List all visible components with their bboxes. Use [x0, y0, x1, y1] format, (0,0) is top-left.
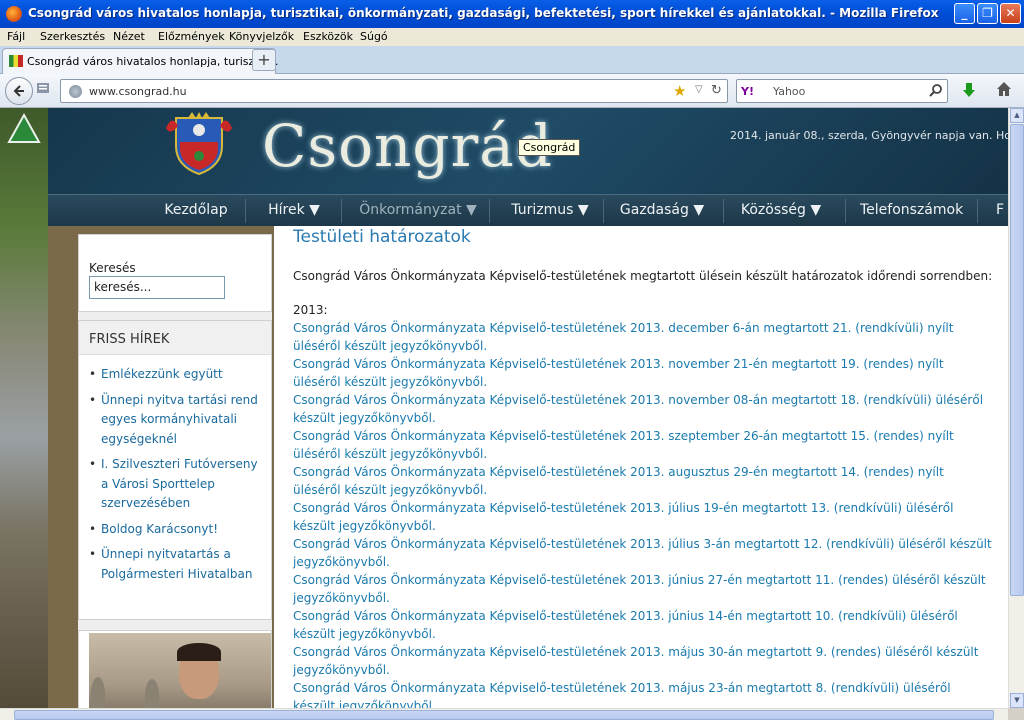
- page-title: Testületi határozatok: [293, 227, 471, 247]
- csongrad-favicon: [9, 55, 23, 67]
- maximize-button[interactable]: ❐: [977, 3, 998, 24]
- tab-csongrad[interactable]: Csongrád város hivatalos honlapja, turis…: [2, 48, 279, 74]
- magnifier-icon[interactable]: [929, 83, 943, 101]
- site-search-input[interactable]: keresés...: [89, 276, 225, 299]
- scroll-down-button[interactable]: ▼: [1010, 693, 1024, 708]
- resolution-link[interactable]: Csongrád Város Önkormányzata Képviselő-t…: [293, 427, 993, 463]
- nav-hirek[interactable]: Hírek ▼: [262, 195, 326, 227]
- url-text: www.csongrad.hu: [89, 85, 187, 98]
- news-list: Emlékezzünk együtt Ünnepi nyitva tartási…: [89, 365, 265, 590]
- site-nav-menu: Kezdőlap Hírek ▼ Önkormányzat ▼ Turizmus…: [48, 194, 1008, 226]
- vertical-scroll-thumb[interactable]: [1010, 124, 1024, 596]
- url-dropdown-icon[interactable]: ▽: [695, 84, 703, 95]
- up-arrow-icon[interactable]: [6, 112, 42, 148]
- search-bar[interactable]: Y! Yahoo: [736, 79, 948, 103]
- firefox-window: Csongrád város hivatalos honlapja, turis…: [0, 0, 1024, 720]
- resolution-link[interactable]: Csongrád Város Önkormányzata Képviselő-t…: [293, 643, 993, 679]
- horizontal-scroll-thumb[interactable]: [14, 710, 994, 720]
- left-sidebar: Keresés keresés... FRISS HÍREK Emlékezzü…: [78, 234, 272, 708]
- horizontal-scrollbar[interactable]: [0, 708, 1008, 720]
- back-button[interactable]: [5, 77, 33, 105]
- menu-history[interactable]: Előzmények: [158, 30, 225, 43]
- tab-bar: Csongrád város hivatalos honlapja, turis…: [0, 46, 1024, 74]
- date-line: 2014. január 08., szerda, Gyöngyvér napj…: [730, 129, 1008, 142]
- resolution-link[interactable]: Csongrád Város Önkormányzata Képviselő-t…: [293, 391, 993, 427]
- resolution-link[interactable]: Csongrád Város Önkormányzata Képviselő-t…: [293, 463, 993, 499]
- news-title: FRISS HÍREK: [79, 321, 271, 355]
- search-label: Keresés: [89, 261, 136, 275]
- nav-turizmus[interactable]: Turizmus ▼: [502, 195, 598, 227]
- resolution-link[interactable]: Csongrád Város Önkormányzata Képviselő-t…: [293, 535, 993, 571]
- nav-toolbar: www.csongrad.hu ★ ▽ ↻ Y! Yahoo: [0, 74, 1024, 108]
- nav-onkormanyzat[interactable]: Önkormányzat ▼: [354, 195, 482, 227]
- intro-text: Csongrád Város Önkormányzata Képviselő-t…: [293, 269, 993, 283]
- site-header: Csongrád Csongrád 2014. január 08., szer…: [48, 108, 1008, 194]
- home-icon[interactable]: [996, 81, 1012, 101]
- news-item[interactable]: Ünnepi nyitva tartási rend egyes kormány…: [89, 391, 265, 450]
- nav-kozosseg[interactable]: Közösség ▼: [736, 195, 826, 227]
- news-item[interactable]: Boldog Karácsonyt!: [89, 520, 265, 540]
- star-icon[interactable]: ★: [673, 82, 686, 100]
- news-item[interactable]: I. Szilveszteri Futóverseny a Városi Spo…: [89, 455, 265, 514]
- new-tab-button[interactable]: +: [252, 49, 276, 71]
- tab-label: Csongrád város hivatalos honlapja, turis…: [27, 55, 279, 68]
- news-photo[interactable]: [89, 633, 271, 708]
- nav-kezdolap[interactable]: Kezdőlap: [164, 195, 228, 227]
- url-bar[interactable]: www.csongrad.hu ★ ▽ ↻: [60, 79, 728, 103]
- vertical-scrollbar[interactable]: ▲ ▼: [1008, 108, 1024, 708]
- page-viewport: Csongrád Csongrád 2014. január 08., szer…: [0, 108, 1008, 708]
- menu-file[interactable]: Fájl: [7, 30, 25, 43]
- resolution-link[interactable]: Csongrád Város Önkormányzata Képviselő-t…: [293, 319, 993, 355]
- photo-widget: [78, 630, 272, 708]
- back-arrow-icon: [13, 85, 24, 97]
- search-widget: Keresés keresés...: [78, 234, 272, 312]
- site-logo[interactable]: Csongrád: [262, 112, 553, 180]
- minimize-button[interactable]: _: [954, 3, 975, 24]
- reload-icon[interactable]: ↻: [711, 83, 722, 98]
- logo-tooltip: Csongrád: [518, 139, 581, 156]
- resolution-link[interactable]: Csongrád Város Önkormányzata Képviselő-t…: [293, 607, 993, 643]
- menu-bar: Fájl Szerkesztés Nézet Előzmények Könyvj…: [0, 28, 1024, 46]
- yahoo-logo[interactable]: Y!: [741, 85, 754, 98]
- menu-help[interactable]: Súgó: [360, 30, 388, 43]
- main-content: Testületi határozatok Csongrád Város Önk…: [274, 226, 1008, 708]
- resolution-link[interactable]: Csongrád Város Önkormányzata Képviselő-t…: [293, 355, 993, 391]
- scroll-up-button[interactable]: ▲: [1010, 108, 1024, 123]
- download-arrow-icon[interactable]: [962, 82, 976, 102]
- history-icon: [37, 83, 49, 93]
- news-item[interactable]: Ünnepi nyitvatartás a Polgármesteri Hiva…: [89, 545, 265, 584]
- menu-bookmarks[interactable]: Könyvjelzők: [229, 30, 294, 43]
- resolution-link[interactable]: Csongrád Város Önkormányzata Képviselő-t…: [293, 679, 993, 708]
- close-button[interactable]: ✕: [1000, 3, 1021, 24]
- year-label: 2013:: [293, 303, 328, 317]
- title-bar: Csongrád város hivatalos honlapja, turis…: [0, 0, 1024, 28]
- coat-of-arms-icon: [166, 112, 232, 176]
- nav-telefonszamok[interactable]: Telefonszámok: [860, 195, 963, 227]
- resolution-link[interactable]: Csongrád Város Önkormányzata Képviselő-t…: [293, 499, 993, 535]
- globe-icon: [69, 85, 82, 98]
- firefox-icon: [6, 6, 22, 22]
- menu-edit[interactable]: Szerkesztés: [40, 30, 105, 43]
- resolution-list: Csongrád Város Önkormányzata Képviselő-t…: [293, 319, 993, 708]
- window-title: Csongrád város hivatalos honlapja, turis…: [28, 6, 939, 20]
- search-engine-label: Yahoo: [773, 85, 806, 98]
- news-widget: FRISS HÍREK Emlékezzünk együtt Ünnepi ny…: [78, 320, 272, 620]
- menu-view[interactable]: Nézet: [113, 30, 145, 43]
- history-button[interactable]: [36, 82, 56, 100]
- news-item[interactable]: Emlékezzünk együtt: [89, 365, 265, 385]
- nav-gazdasag[interactable]: Gazdaság ▼: [616, 195, 708, 227]
- menu-tools[interactable]: Eszközök: [303, 30, 353, 43]
- background-photo: [0, 108, 48, 708]
- resolution-link[interactable]: Csongrád Város Önkormányzata Képviselő-t…: [293, 571, 993, 607]
- nav-more[interactable]: F: [993, 195, 1007, 227]
